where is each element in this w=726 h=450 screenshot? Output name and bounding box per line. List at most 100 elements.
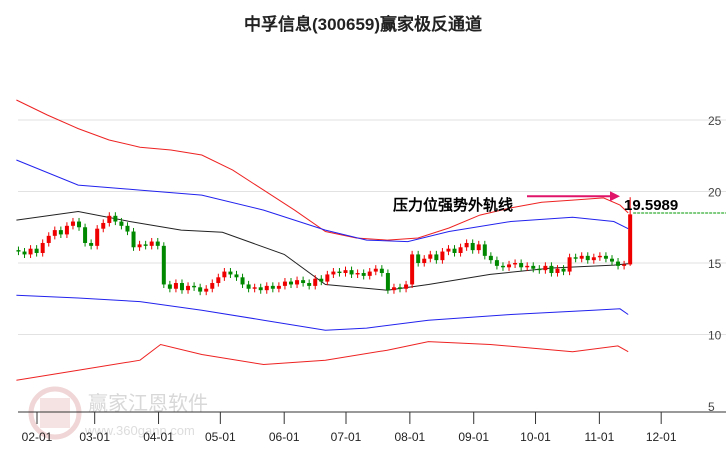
candle — [119, 221, 124, 226]
candle — [410, 254, 415, 285]
candle — [258, 287, 263, 291]
candle — [28, 248, 33, 255]
candle — [476, 244, 481, 251]
candle — [89, 242, 94, 246]
candle — [307, 283, 312, 286]
x-tick-label: 12-01 — [646, 430, 677, 444]
candle — [616, 261, 621, 266]
candle — [167, 284, 172, 289]
candle — [149, 241, 154, 246]
candle — [361, 273, 366, 276]
candle — [404, 284, 409, 289]
candle — [107, 215, 112, 223]
candle — [264, 285, 269, 291]
candle — [52, 230, 57, 236]
candle — [567, 257, 572, 272]
candle — [500, 265, 505, 268]
candle — [276, 285, 281, 289]
candle — [125, 225, 130, 232]
candle — [367, 271, 372, 276]
grid — [18, 119, 726, 335]
candle — [597, 255, 602, 258]
x-tick-label: 08-01 — [395, 430, 426, 444]
candle — [446, 248, 451, 252]
candle — [325, 274, 330, 282]
y-tick-label: 10 — [708, 329, 722, 343]
candle — [603, 255, 608, 259]
candle — [173, 283, 178, 289]
candle — [222, 271, 227, 278]
channel-bands — [16, 99, 629, 381]
chart-container: 赢家江恩软件 www.360gann.com 25 20 15 10 5 02-01 03-… — [0, 0, 726, 450]
candle — [204, 288, 209, 292]
candle — [46, 235, 51, 243]
candle — [210, 283, 215, 289]
candle — [301, 280, 306, 284]
candle — [34, 248, 39, 253]
candle — [488, 255, 493, 261]
candle — [579, 255, 584, 259]
candle — [270, 285, 275, 289]
chart-title: 中孚信息(300659)赢家极反通道 — [244, 14, 482, 34]
candle — [537, 268, 542, 271]
candle — [216, 277, 221, 284]
x-tick-label: 07-01 — [331, 430, 362, 444]
x-tick-label: 10-01 — [520, 430, 551, 444]
candle — [379, 268, 384, 274]
x-tick-label: 04-01 — [143, 430, 174, 444]
candle — [385, 273, 390, 291]
candle — [343, 270, 348, 274]
candle — [192, 285, 197, 288]
candle — [295, 280, 300, 285]
x-tick-label: 11-01 — [584, 430, 614, 444]
band-lower-inner — [16, 294, 629, 331]
candle — [622, 264, 627, 266]
candle — [198, 287, 203, 292]
candle — [525, 265, 530, 268]
candle — [373, 268, 378, 272]
x-tick-label: 06-01 — [269, 430, 300, 444]
candle — [228, 271, 233, 275]
annotation-value: 19.5989 — [624, 197, 678, 214]
candle — [186, 285, 191, 291]
candle — [319, 278, 324, 282]
candle — [355, 273, 360, 275]
candle — [591, 257, 596, 261]
candle — [434, 254, 439, 261]
candle — [252, 287, 257, 289]
watermark-seal-box — [40, 398, 70, 428]
candle — [331, 271, 336, 275]
candle — [398, 287, 403, 289]
arrow-head-icon — [610, 191, 620, 202]
candle — [470, 242, 475, 251]
candle — [519, 263, 524, 268]
candle — [246, 284, 251, 289]
candle — [349, 270, 354, 275]
candle — [458, 247, 463, 253]
candle — [440, 251, 445, 261]
annotation-label: 压力位强势外轨线 — [393, 196, 513, 214]
candle — [507, 264, 512, 268]
candle — [113, 215, 118, 222]
candle — [313, 278, 318, 286]
candle — [543, 265, 548, 271]
candle — [155, 241, 160, 246]
candle — [555, 268, 560, 274]
candle — [58, 230, 63, 235]
candle — [143, 244, 148, 246]
candle — [549, 265, 554, 274]
channel-chart: 赢家江恩软件 www.360gann.com 25201510502-01 03-… — [16, 14, 726, 444]
candle — [64, 225, 69, 235]
candle — [609, 258, 614, 262]
candle — [131, 231, 136, 248]
candle — [561, 268, 566, 272]
x-tick-label: 03-01 — [79, 430, 110, 444]
candle — [77, 221, 82, 228]
watermark: 赢家江恩软件 www.360gann.com — [28, 386, 208, 440]
candle — [95, 228, 100, 246]
candle — [482, 244, 487, 256]
band-lower-outer — [16, 341, 629, 381]
candle — [337, 271, 342, 274]
candle — [288, 281, 293, 285]
candle — [494, 260, 499, 266]
